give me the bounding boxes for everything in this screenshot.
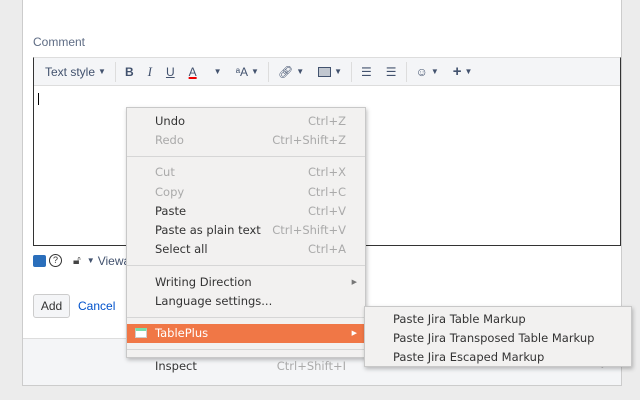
menu-item-writing-direction[interactable]: Writing Direction ▶ xyxy=(127,272,365,291)
divider xyxy=(351,61,353,82)
context-menu: Undo Ctrl+Z Redo Ctrl+Shift+Z Cut Ctrl+X Co… xyxy=(126,107,366,373)
add-button[interactable]: Add xyxy=(33,294,70,318)
menu-item-paste[interactable]: Paste Ctrl+V xyxy=(127,201,365,220)
numbered-list-button[interactable]: ☰ xyxy=(379,58,404,85)
label: Redo xyxy=(155,132,184,147)
chevron-down-icon: ▼ xyxy=(464,67,473,76)
editor-mode-icon[interactable] xyxy=(33,254,46,267)
label: Inspect xyxy=(155,358,197,373)
help-icon[interactable]: ? xyxy=(49,254,62,267)
divider xyxy=(127,348,365,350)
shortcut: Ctrl+V xyxy=(308,203,346,218)
text-color-dropdown[interactable]: ▼ xyxy=(204,58,229,85)
divider xyxy=(127,155,365,157)
menu-item-inspect[interactable]: Inspect Ctrl+Shift+I xyxy=(127,356,365,375)
image-icon xyxy=(318,66,332,77)
underline-button[interactable]: U xyxy=(159,58,182,85)
menu-item-select-all[interactable]: Select all Ctrl+A xyxy=(127,240,365,259)
submenu-arrow-icon: ▶ xyxy=(351,329,357,338)
link-button[interactable]: 🔗︎ ▼ xyxy=(271,58,311,85)
numbered-list-icon: ☰ xyxy=(385,64,397,79)
plus-icon: + xyxy=(452,63,462,80)
submenu-arrow-icon: ▶ xyxy=(351,277,357,286)
menu-item-tableplus[interactable]: TablePlus ▶ xyxy=(127,323,365,343)
menu-item-undo[interactable]: Undo Ctrl+Z xyxy=(127,111,365,130)
text-style-dropdown[interactable]: Text style ▼ xyxy=(38,58,113,85)
label: Paste xyxy=(155,203,187,218)
label: TablePlus xyxy=(155,326,209,341)
chevron-down-icon: ▼ xyxy=(334,67,343,76)
label: Writing Direction xyxy=(155,274,252,289)
chevron-down-icon: ▼ xyxy=(296,67,305,76)
link-icon: 🔗︎ xyxy=(277,64,294,79)
divider xyxy=(127,265,365,267)
menu-item-copy: Copy Ctrl+C xyxy=(127,182,365,201)
text-color-button[interactable]: A xyxy=(182,58,204,85)
label: Language settings... xyxy=(155,294,273,309)
label: Undo xyxy=(155,113,186,128)
divider xyxy=(127,316,365,318)
bold-button[interactable]: B xyxy=(118,58,141,85)
shortcut: Ctrl+Shift+Z xyxy=(272,132,346,147)
chevron-down-icon: ▼ xyxy=(430,67,439,76)
label: Select all xyxy=(155,242,208,257)
text-size-button[interactable]: ᵃA ▼ xyxy=(229,58,266,85)
chevron-down-icon: ▼ xyxy=(251,67,259,76)
bullet-list-icon: ☰ xyxy=(361,64,372,79)
chevron-down-icon[interactable]: ▼ xyxy=(87,256,95,265)
shortcut: Ctrl+C xyxy=(307,184,346,199)
editor-footer: ? 🔓︎ ▼ Viewa xyxy=(33,253,130,268)
submenu-item-escaped-markup[interactable]: Paste Jira Escaped Markup xyxy=(365,348,631,367)
text-size-icon: ᵃA xyxy=(235,64,249,79)
comment-label: Comment xyxy=(33,35,86,49)
divider xyxy=(405,61,407,82)
label: Cut xyxy=(155,165,175,180)
bullet-list-button[interactable]: ☰ xyxy=(354,58,379,85)
cancel-link[interactable]: Cancel xyxy=(78,299,115,313)
menu-item-paste-plain[interactable]: Paste as plain text Ctrl+Shift+V xyxy=(127,220,365,239)
image-button[interactable]: ▼ xyxy=(311,58,349,85)
unlock-icon[interactable]: 🔓︎ xyxy=(73,253,81,268)
shortcut: Ctrl+A xyxy=(308,242,346,257)
divider xyxy=(267,61,269,82)
tableplus-submenu: Paste Jira Table Markup Paste Jira Trans… xyxy=(364,306,632,367)
menu-item-redo: Redo Ctrl+Shift+Z xyxy=(127,130,365,149)
submenu-item-transposed-table-markup[interactable]: Paste Jira Transposed Table Markup xyxy=(365,328,631,347)
insert-more-button[interactable]: + ▼ xyxy=(446,58,480,85)
label: Paste as plain text xyxy=(155,223,261,238)
label: Copy xyxy=(155,184,185,199)
smiley-icon: ☺ xyxy=(415,64,428,79)
emoji-button[interactable]: ☺ ▼ xyxy=(409,58,446,85)
tableplus-icon xyxy=(135,328,147,339)
shortcut: Ctrl+Z xyxy=(308,113,346,128)
chevron-down-icon: ▼ xyxy=(98,67,106,76)
chevron-down-icon: ▼ xyxy=(213,67,222,76)
shortcut: Ctrl+Shift+V xyxy=(272,223,346,238)
menu-item-language-settings[interactable]: Language settings... xyxy=(127,291,365,310)
menu-item-cut: Cut Ctrl+X xyxy=(127,163,365,182)
shortcut: Ctrl+X xyxy=(308,165,346,180)
shortcut: Ctrl+Shift+I xyxy=(276,358,346,373)
submenu-item-table-markup[interactable]: Paste Jira Table Markup xyxy=(365,309,631,328)
italic-button[interactable]: I xyxy=(141,58,159,85)
divider xyxy=(114,61,116,82)
editor-toolbar: Text style ▼ B I U A ▼ ᵃA ▼ 🔗︎ ▼ ▼ ☰ ☰ ☺ ▼ +… xyxy=(34,58,620,86)
text-cursor xyxy=(38,93,39,105)
text-style-label: Text style xyxy=(45,64,96,79)
